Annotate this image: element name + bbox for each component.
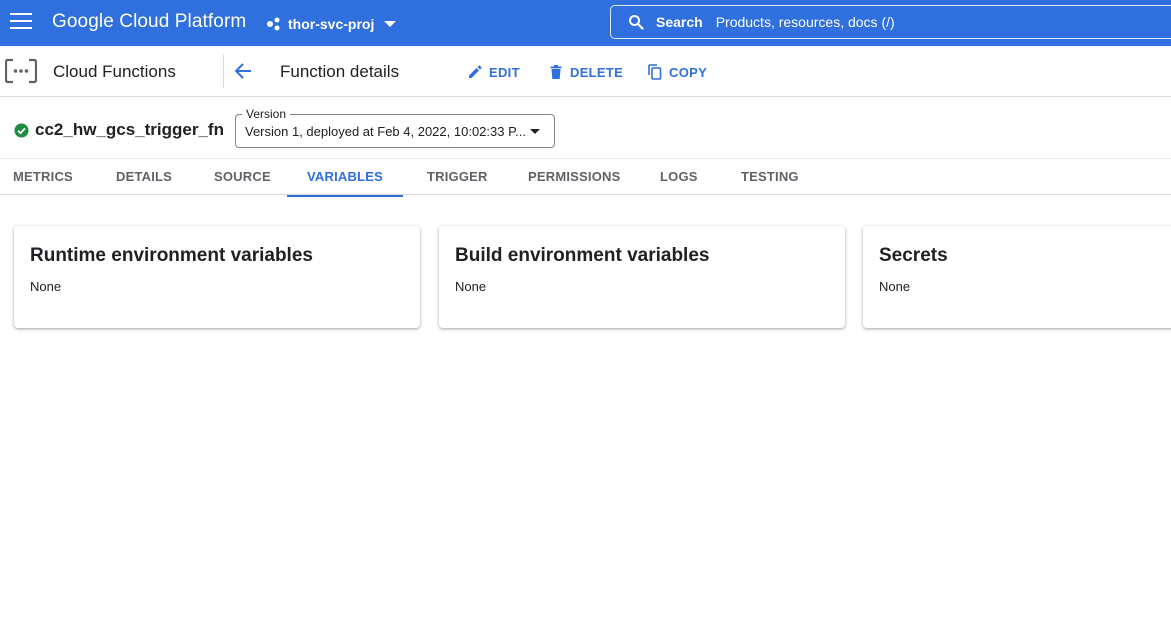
- version-value: Version 1, deployed at Feb 4, 2022, 10:0…: [245, 124, 526, 139]
- page-title: Function details: [280, 62, 400, 81]
- edit-button[interactable]: EDIT: [467, 63, 520, 81]
- check-circle-icon: [14, 123, 29, 138]
- project-name: thor-svc-proj: [288, 16, 375, 32]
- runtime-env-vars-card: Runtime environment variables None: [14, 226, 420, 328]
- product-title: Cloud Functions: [53, 62, 176, 81]
- function-name: cc2_hw_gcs_trigger_fn: [35, 120, 224, 139]
- function-summary-row: cc2_hw_gcs_trigger_fn Version Version 1,…: [0, 96, 1171, 158]
- top-app-bar: Google Cloud Platform thor-svc-proj Sear…: [0, 0, 1171, 46]
- tab-variables[interactable]: VARIABLES: [287, 159, 403, 197]
- project-hub-icon: [267, 17, 280, 31]
- version-select[interactable]: Version Version 1, deployed at Feb 4, 20…: [235, 107, 555, 148]
- tab-source[interactable]: SOURCE: [214, 159, 271, 196]
- delete-label: DELETE: [570, 64, 624, 80]
- build-env-vars-card: Build environment variables None: [439, 226, 845, 328]
- search-bar[interactable]: Search Products, resources, docs (/): [610, 5, 1171, 39]
- card-title: Runtime environment variables: [30, 245, 313, 266]
- chevron-down-icon: [384, 21, 397, 27]
- search-label: Search: [656, 14, 703, 30]
- project-selector[interactable]: thor-svc-proj: [266, 14, 397, 34]
- hamburger-menu-icon[interactable]: [10, 13, 32, 33]
- search-placeholder: Products, resources, docs (/): [715, 14, 895, 30]
- card-title: Build environment variables: [455, 245, 710, 266]
- cloud-functions-logo-icon: [5, 58, 37, 84]
- search-icon: [629, 15, 644, 30]
- tab-bar: METRICS DETAILS SOURCE VARIABLES TRIGGER…: [0, 158, 1171, 197]
- version-label: Version: [242, 107, 291, 121]
- copy-label: COPY: [669, 64, 708, 80]
- card-value: None: [879, 279, 911, 294]
- tab-permissions[interactable]: PERMISSIONS: [528, 159, 621, 196]
- card-value: None: [30, 279, 62, 294]
- delete-button[interactable]: DELETE: [548, 63, 623, 81]
- tab-testing[interactable]: TESTING: [741, 159, 799, 196]
- tab-trigger[interactable]: TRIGGER: [427, 159, 488, 196]
- trash-icon: [550, 65, 562, 79]
- card-value: None: [455, 279, 487, 294]
- back-arrow-icon[interactable]: [232, 60, 254, 82]
- page-header: Cloud Functions Function details EDIT DE…: [0, 46, 1171, 97]
- dropdown-arrow-icon: [530, 129, 540, 134]
- tab-details[interactable]: DETAILS: [116, 159, 172, 196]
- edit-label: EDIT: [489, 64, 520, 80]
- tab-metrics[interactable]: METRICS: [13, 159, 73, 196]
- copy-button[interactable]: COPY: [647, 63, 707, 81]
- tab-logs[interactable]: LOGS: [660, 159, 698, 196]
- secrets-card: Secrets None: [863, 226, 1171, 328]
- header-divider: [223, 54, 224, 88]
- copy-icon: [648, 64, 662, 80]
- pencil-icon: [469, 65, 482, 78]
- brand-title[interactable]: Google Cloud Platform: [52, 11, 246, 33]
- card-title: Secrets: [879, 245, 948, 266]
